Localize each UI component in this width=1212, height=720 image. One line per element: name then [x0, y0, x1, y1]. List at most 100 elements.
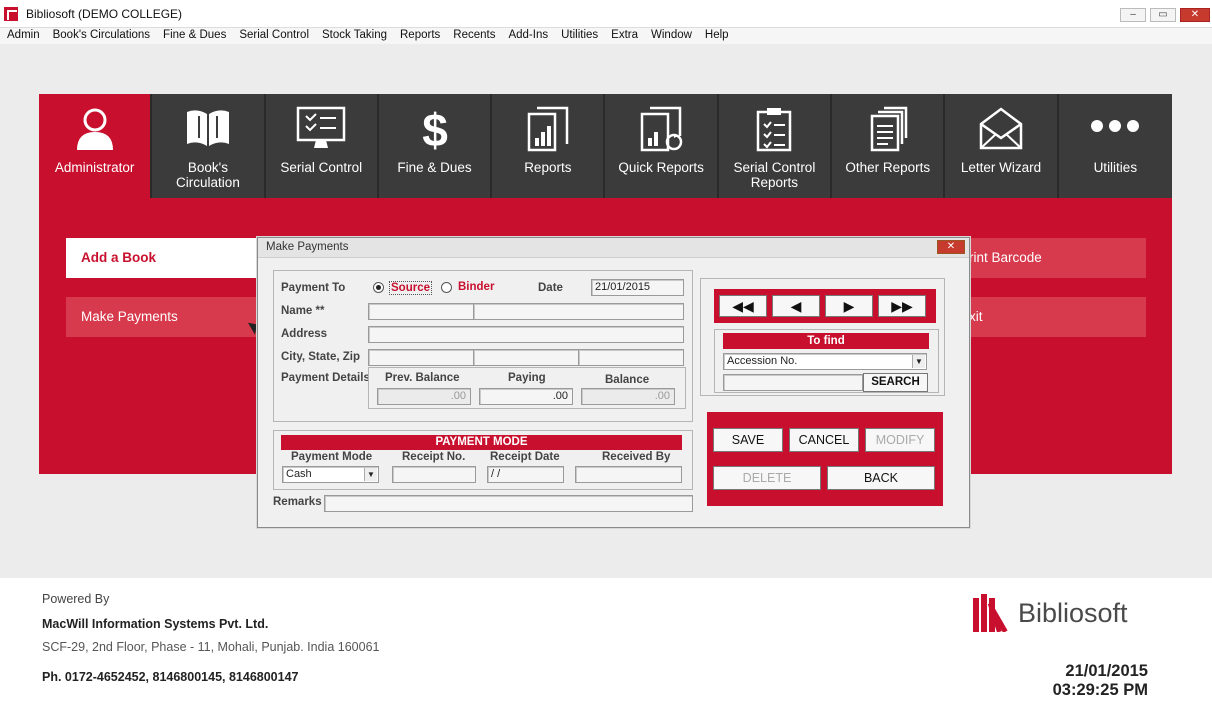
menu-extra[interactable]: Extra [611, 28, 638, 44]
prev-balance-field: .00 [377, 388, 471, 405]
make-payments-dialog: Make Payments ✕ Payment To Source Binder… [257, 237, 970, 528]
tile-label: Reports [524, 160, 572, 175]
bibliosoft-logo: Bibliosoft [972, 594, 1152, 634]
search-button[interactable]: SEARCH [863, 373, 928, 392]
payment-details-group: Prev. Balance Paying Balance .00 .00 .00 [368, 367, 686, 409]
tile-fine-dues[interactable]: $ Fine & Dues [378, 94, 493, 198]
maximize-button[interactable]: ▭ [1150, 8, 1176, 22]
menu-serial-control[interactable]: Serial Control [239, 28, 309, 44]
tile-label: Utilities [1093, 160, 1138, 175]
prev-balance-label: Prev. Balance [385, 372, 460, 384]
modify-button[interactable]: MODIFY [865, 428, 935, 452]
source-radio[interactable] [373, 282, 384, 293]
dollar-icon: $ [379, 106, 490, 152]
books-logo-icon [973, 594, 1008, 632]
dialog-close-button[interactable]: ✕ [937, 240, 965, 254]
envelope-icon [945, 106, 1056, 150]
city-field[interactable] [368, 349, 474, 366]
company-address: SCF-29, 2nd Floor, Phase - 11, Mohali, P… [42, 640, 380, 654]
menu-recents[interactable]: Recents [453, 28, 495, 44]
action-buttons-panel: SAVE CANCEL MODIFY DELETE BACK [707, 412, 943, 506]
dialog-title-bar: Make Payments ✕ [258, 238, 969, 258]
module-tiles: Administrator Book's Circulation Serial … [39, 94, 1172, 198]
name-field[interactable] [473, 303, 684, 320]
payment-to-label: Payment To [281, 282, 346, 294]
payment-details-label: Payment Details [281, 372, 370, 384]
tile-serial-control[interactable]: Serial Control [265, 94, 379, 198]
tile-label: Serial Control [280, 160, 363, 175]
book-icon [152, 106, 263, 150]
tile-books-circulation[interactable]: Book's Circulation [152, 94, 266, 198]
menu-books-circulations[interactable]: Book's Circulations [53, 28, 150, 44]
date-label: Date [538, 282, 563, 294]
date-field[interactable]: 21/01/2015 [591, 279, 684, 296]
zip-field[interactable] [578, 349, 684, 366]
footer: Powered By MacWill Information Systems P… [0, 578, 1212, 720]
address-field[interactable] [368, 326, 684, 343]
exit-button[interactable]: xit [964, 297, 1146, 337]
company-name: MacWill Information Systems Pvt. Ltd. [42, 617, 269, 631]
chevron-down-icon: ▼ [912, 355, 925, 368]
last-record-button[interactable]: ▶▶ [878, 295, 926, 317]
delete-button[interactable]: DELETE [713, 466, 821, 490]
paying-field[interactable]: .00 [479, 388, 573, 405]
source-radio-label[interactable]: Source [389, 281, 432, 295]
find-field-value: Accession No. [727, 355, 798, 367]
tile-label: Book's Circulation [176, 160, 240, 190]
tile-label: Fine & Dues [397, 160, 472, 175]
receipt-no-label: Receipt No. [402, 451, 466, 463]
tile-utilities[interactable]: Utilities [1058, 94, 1172, 198]
name-code-field[interactable] [368, 303, 474, 320]
tile-label: Serial Control Reports [733, 160, 816, 190]
tile-reports[interactable]: Reports [492, 94, 606, 198]
balance-field: .00 [581, 388, 675, 405]
find-field-select[interactable]: Accession No. ▼ [723, 353, 927, 370]
close-window-button[interactable]: ✕ [1180, 8, 1210, 22]
add-book-button[interactable]: Add a Book [66, 238, 266, 278]
receipt-no-field[interactable] [392, 466, 476, 483]
to-find-header: To find [723, 333, 929, 349]
tile-quick-reports[interactable]: Quick Reports [605, 94, 719, 198]
binder-radio[interactable] [441, 282, 452, 293]
menu-window[interactable]: Window [651, 28, 692, 44]
save-button[interactable]: SAVE [713, 428, 783, 452]
back-button[interactable]: BACK [827, 466, 935, 490]
menu-reports[interactable]: Reports [400, 28, 440, 44]
report-chart-icon [492, 106, 603, 152]
receipt-date-field[interactable]: / / [487, 466, 564, 483]
window-title: Bibliosoft (DEMO COLLEGE) [26, 7, 183, 21]
remarks-label: Remarks [273, 496, 322, 508]
received-by-field[interactable] [575, 466, 682, 483]
menu-help[interactable]: Help [705, 28, 729, 44]
tile-other-reports[interactable]: Other Reports [832, 94, 946, 198]
menu-stock-taking[interactable]: Stock Taking [322, 28, 387, 44]
payee-details-group: Payment To Source Binder Date 21/01/2015… [273, 270, 693, 422]
app-icon [4, 7, 18, 21]
find-input[interactable] [723, 374, 863, 391]
binder-radio-label[interactable]: Binder [458, 281, 494, 293]
print-barcode-button[interactable]: rint Barcode [964, 238, 1146, 278]
previous-record-button[interactable]: ◀ [772, 295, 820, 317]
menu-add-ins[interactable]: Add-Ins [508, 28, 548, 44]
received-by-label: Received By [602, 451, 671, 463]
menu-admin[interactable]: Admin [7, 28, 40, 44]
make-payments-button[interactable]: Make Payments [66, 297, 266, 337]
tile-serial-control-reports[interactable]: Serial Control Reports [718, 94, 833, 198]
menu-fine-dues[interactable]: Fine & Dues [163, 28, 226, 44]
minimize-button[interactable]: – [1120, 8, 1146, 22]
payment-mode-select[interactable]: Cash ▼ [282, 466, 379, 483]
cancel-button[interactable]: CANCEL [789, 428, 859, 452]
menu-utilities[interactable]: Utilities [561, 28, 598, 44]
next-record-button[interactable]: ▶ [825, 295, 873, 317]
tile-label: Quick Reports [618, 160, 704, 175]
state-field[interactable] [473, 349, 579, 366]
documents-icon [832, 106, 943, 152]
payment-mode-group: PAYMENT MODE Payment Mode Receipt No. Re… [273, 430, 693, 490]
tile-letter-wizard[interactable]: Letter Wizard [945, 94, 1059, 198]
city-state-zip-label: City, State, Zip [281, 351, 361, 363]
first-record-button[interactable]: ◀◀ [719, 295, 767, 317]
remarks-field[interactable] [324, 495, 693, 512]
tile-label: Other Reports [845, 160, 931, 175]
tile-administrator[interactable]: Administrator [39, 94, 153, 198]
payment-mode-value: Cash [286, 468, 312, 480]
